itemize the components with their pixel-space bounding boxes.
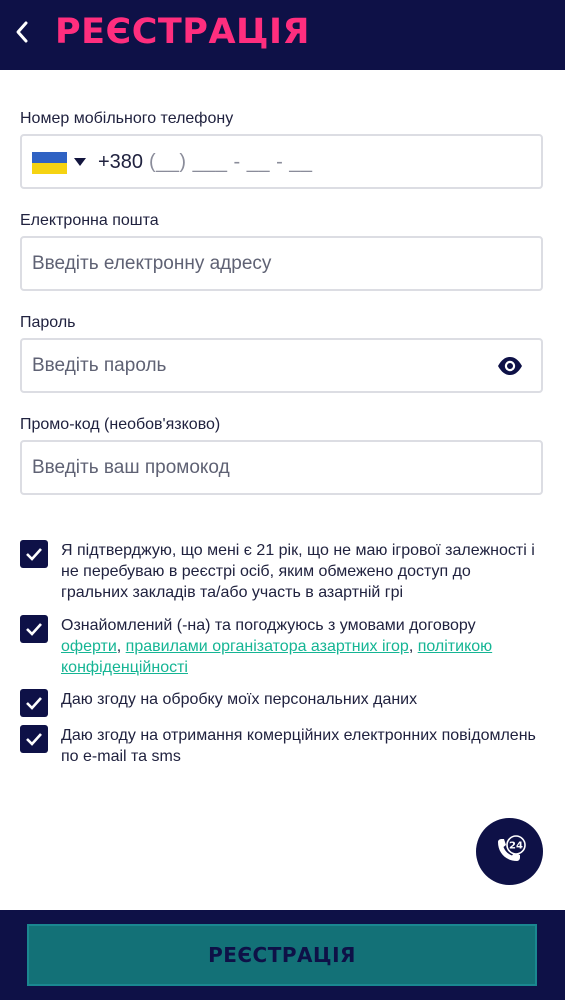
terms-checkbox[interactable] — [20, 615, 48, 643]
terms-lead-text: Ознайомлений (-на) та погоджуюсь з умова… — [61, 617, 476, 634]
checkmark-icon — [26, 548, 42, 561]
checkmark-icon — [26, 623, 42, 636]
age-checkbox[interactable] — [20, 540, 48, 568]
email-field-wrapper — [20, 236, 543, 291]
promo-field-wrapper — [20, 440, 543, 495]
register-button[interactable]: РЕЄСТРАЦІЯ — [27, 924, 537, 986]
rules-link[interactable]: правилами організатора азартних ігор — [126, 638, 409, 655]
terms-text: Ознайомлений (-на) та погоджуюсь з умова… — [61, 615, 541, 678]
checkmark-icon — [26, 697, 42, 710]
register-button-label: РЕЄСТРАЦІЯ — [208, 943, 356, 967]
footer-bar: РЕЄСТРАЦІЯ — [0, 910, 565, 1000]
password-label: Пароль — [20, 314, 76, 331]
offer-link[interactable]: оферти — [61, 638, 117, 655]
link-separator: , — [408, 638, 418, 655]
phone-field[interactable]: +380 (__) ___ - __ - __ — [20, 134, 543, 189]
support-badge: 24 — [509, 840, 523, 851]
eye-icon[interactable] — [497, 356, 523, 376]
checkmark-icon — [26, 733, 42, 746]
support-24-button[interactable]: 24 — [476, 818, 543, 885]
marketing-checkbox[interactable] — [20, 725, 48, 753]
caret-down-icon[interactable] — [74, 158, 86, 166]
phone-24-icon: 24 — [497, 834, 526, 861]
email-label: Електронна пошта — [20, 212, 159, 229]
chevron-left-icon — [16, 21, 28, 43]
phone-mask[interactable]: (__) ___ - __ - __ — [149, 151, 313, 174]
promo-field[interactable] — [32, 442, 492, 493]
link-separator: , — [116, 638, 126, 655]
promo-label: Промо-код (необов'язково) — [20, 416, 221, 433]
back-button[interactable] — [8, 14, 36, 50]
marketing-text: Даю згоду на отримання комерційних елект… — [61, 727, 536, 765]
phone-label: Номер мобільного телефону — [20, 110, 234, 127]
page-title: РЕЄСТРАЦІЯ — [55, 12, 310, 52]
ukraine-flag-icon[interactable] — [32, 152, 67, 174]
email-field[interactable] — [32, 238, 492, 289]
personal-data-checkbox[interactable] — [20, 689, 48, 717]
password-field[interactable] — [32, 340, 492, 391]
app-header: РЕЄСТРАЦІЯ — [0, 0, 565, 70]
password-field-wrapper — [20, 338, 543, 393]
personal-data-text: Даю згоду на обробку моїх персональних д… — [61, 691, 418, 708]
age-text: Я підтверджую, що мені є 21 рік, що не м… — [61, 542, 535, 601]
phone-prefix: +380 — [98, 151, 144, 173]
